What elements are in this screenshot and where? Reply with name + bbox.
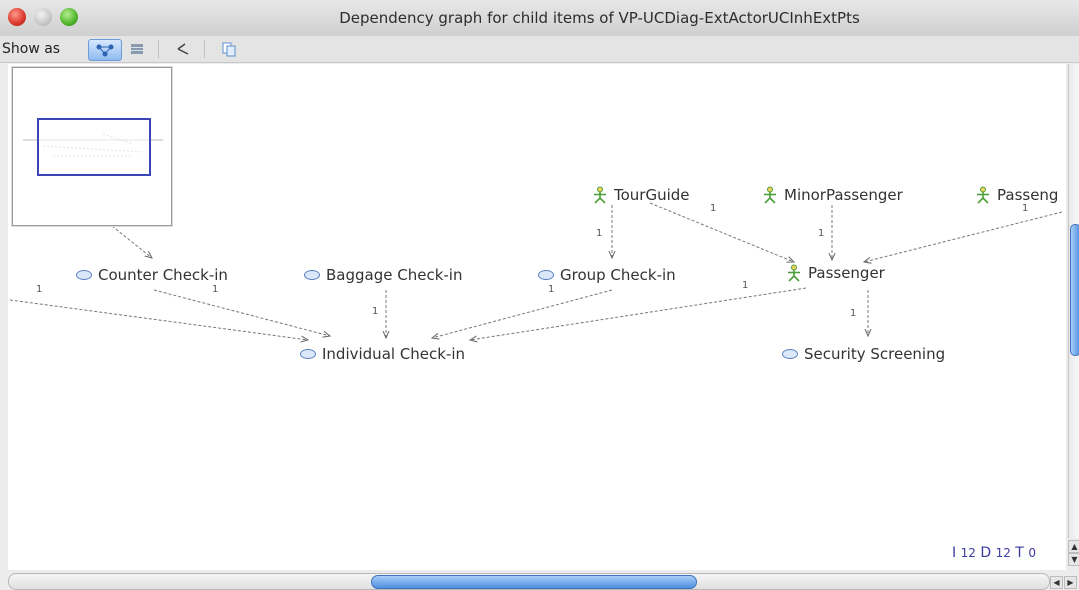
vertical-scrollbar[interactable] bbox=[1068, 64, 1079, 538]
node-label: MinorPassenger bbox=[784, 186, 903, 204]
toolbar-separator bbox=[204, 40, 205, 58]
edge-label: 1 bbox=[850, 308, 857, 319]
copy-icon bbox=[222, 42, 236, 57]
node-label: Individual Check-in bbox=[322, 345, 466, 363]
stat-i-label: I bbox=[952, 545, 957, 561]
node-label: TourGuide bbox=[614, 186, 690, 204]
layout-wand-button[interactable] bbox=[172, 39, 194, 59]
scroll-up-button[interactable]: ▲ bbox=[1068, 540, 1079, 553]
scroll-right-button[interactable]: ▶ bbox=[1064, 576, 1077, 589]
edge-label: 1 bbox=[818, 228, 825, 239]
actor-icon bbox=[594, 186, 606, 204]
stat-t-label: T bbox=[1015, 545, 1024, 561]
arrow-left-icon: ◀ bbox=[1053, 578, 1060, 587]
usecase-node-counter-checkin[interactable]: Counter Check-in bbox=[76, 266, 228, 284]
edge-label: 1 bbox=[710, 203, 717, 214]
actor-node-passeng-partial[interactable]: Passeng bbox=[975, 186, 1058, 204]
toolbar: Show as bbox=[0, 36, 1079, 63]
show-as-label: Show as bbox=[2, 41, 61, 57]
horizontal-scroll-thumb[interactable] bbox=[371, 575, 697, 589]
actor-node-passenger[interactable]: Passenger bbox=[786, 264, 885, 282]
actor-node-tourguide[interactable]: TourGuide bbox=[592, 186, 690, 204]
node-label: Passeng bbox=[997, 186, 1059, 204]
vertical-scroll-thumb[interactable] bbox=[1070, 224, 1079, 356]
overview-minimap[interactable] bbox=[12, 67, 172, 226]
use-case-icon bbox=[304, 270, 320, 280]
node-label: Passenger bbox=[808, 264, 885, 282]
stat-d-value: 12 bbox=[995, 546, 1011, 560]
title-bar: Dependency graph for child items of VP-U… bbox=[0, 0, 1079, 37]
graph-stats: I 12 D 12 T 0 bbox=[952, 545, 1036, 561]
usecase-node-group-checkin[interactable]: Group Check-in bbox=[538, 266, 676, 284]
use-case-icon bbox=[300, 349, 316, 359]
usecase-node-individual-checkin[interactable]: Individual Check-in bbox=[300, 345, 465, 363]
wand-icon bbox=[177, 43, 189, 55]
edge-label: 1 bbox=[596, 228, 603, 239]
horizontal-scrollbar[interactable] bbox=[8, 573, 1050, 590]
scroll-left-button[interactable]: ◀ bbox=[1050, 576, 1063, 589]
node-label: Counter Check-in bbox=[98, 266, 228, 284]
node-label: Baggage Check-in bbox=[326, 266, 463, 284]
actor-icon bbox=[977, 186, 989, 204]
actor-icon bbox=[764, 186, 776, 204]
window-title: Dependency graph for child items of VP-U… bbox=[339, 9, 860, 27]
graph-view-button[interactable] bbox=[88, 39, 122, 61]
node-label: Group Check-in bbox=[560, 266, 676, 284]
actor-icon bbox=[788, 264, 800, 282]
edge-label: 1 bbox=[548, 284, 555, 295]
arrow-up-icon: ▲ bbox=[1071, 542, 1078, 551]
stat-i-value: 12 bbox=[960, 546, 976, 560]
stat-t-value: 0 bbox=[1028, 546, 1036, 560]
edge-label: 1 bbox=[1022, 203, 1029, 214]
copy-button[interactable] bbox=[218, 39, 240, 59]
use-case-icon bbox=[782, 349, 798, 359]
usecase-node-security-screening[interactable]: Security Screening bbox=[782, 345, 945, 363]
edge-label: 1 bbox=[36, 284, 43, 295]
node-label: Security Screening bbox=[804, 345, 946, 363]
use-case-icon bbox=[76, 270, 92, 280]
minimap-viewport[interactable] bbox=[37, 118, 151, 176]
scroll-down-button[interactable]: ▼ bbox=[1068, 553, 1079, 566]
toolbar-separator bbox=[158, 40, 159, 58]
actor-node-minorpassenger[interactable]: MinorPassenger bbox=[762, 186, 903, 204]
arrow-right-icon: ▶ bbox=[1067, 578, 1074, 587]
use-case-icon bbox=[538, 270, 554, 280]
edge-label: 1 bbox=[742, 280, 749, 291]
list-view-button[interactable] bbox=[126, 39, 148, 59]
stat-d-label: D bbox=[980, 545, 992, 561]
edge-label: 1 bbox=[372, 306, 379, 317]
edge-label: 1 bbox=[212, 284, 219, 295]
usecase-node-baggage-checkin[interactable]: Baggage Check-in bbox=[304, 266, 462, 284]
list-view-icon bbox=[131, 44, 143, 54]
arrow-down-icon: ▼ bbox=[1071, 555, 1078, 564]
graph-view-icon bbox=[96, 44, 114, 57]
